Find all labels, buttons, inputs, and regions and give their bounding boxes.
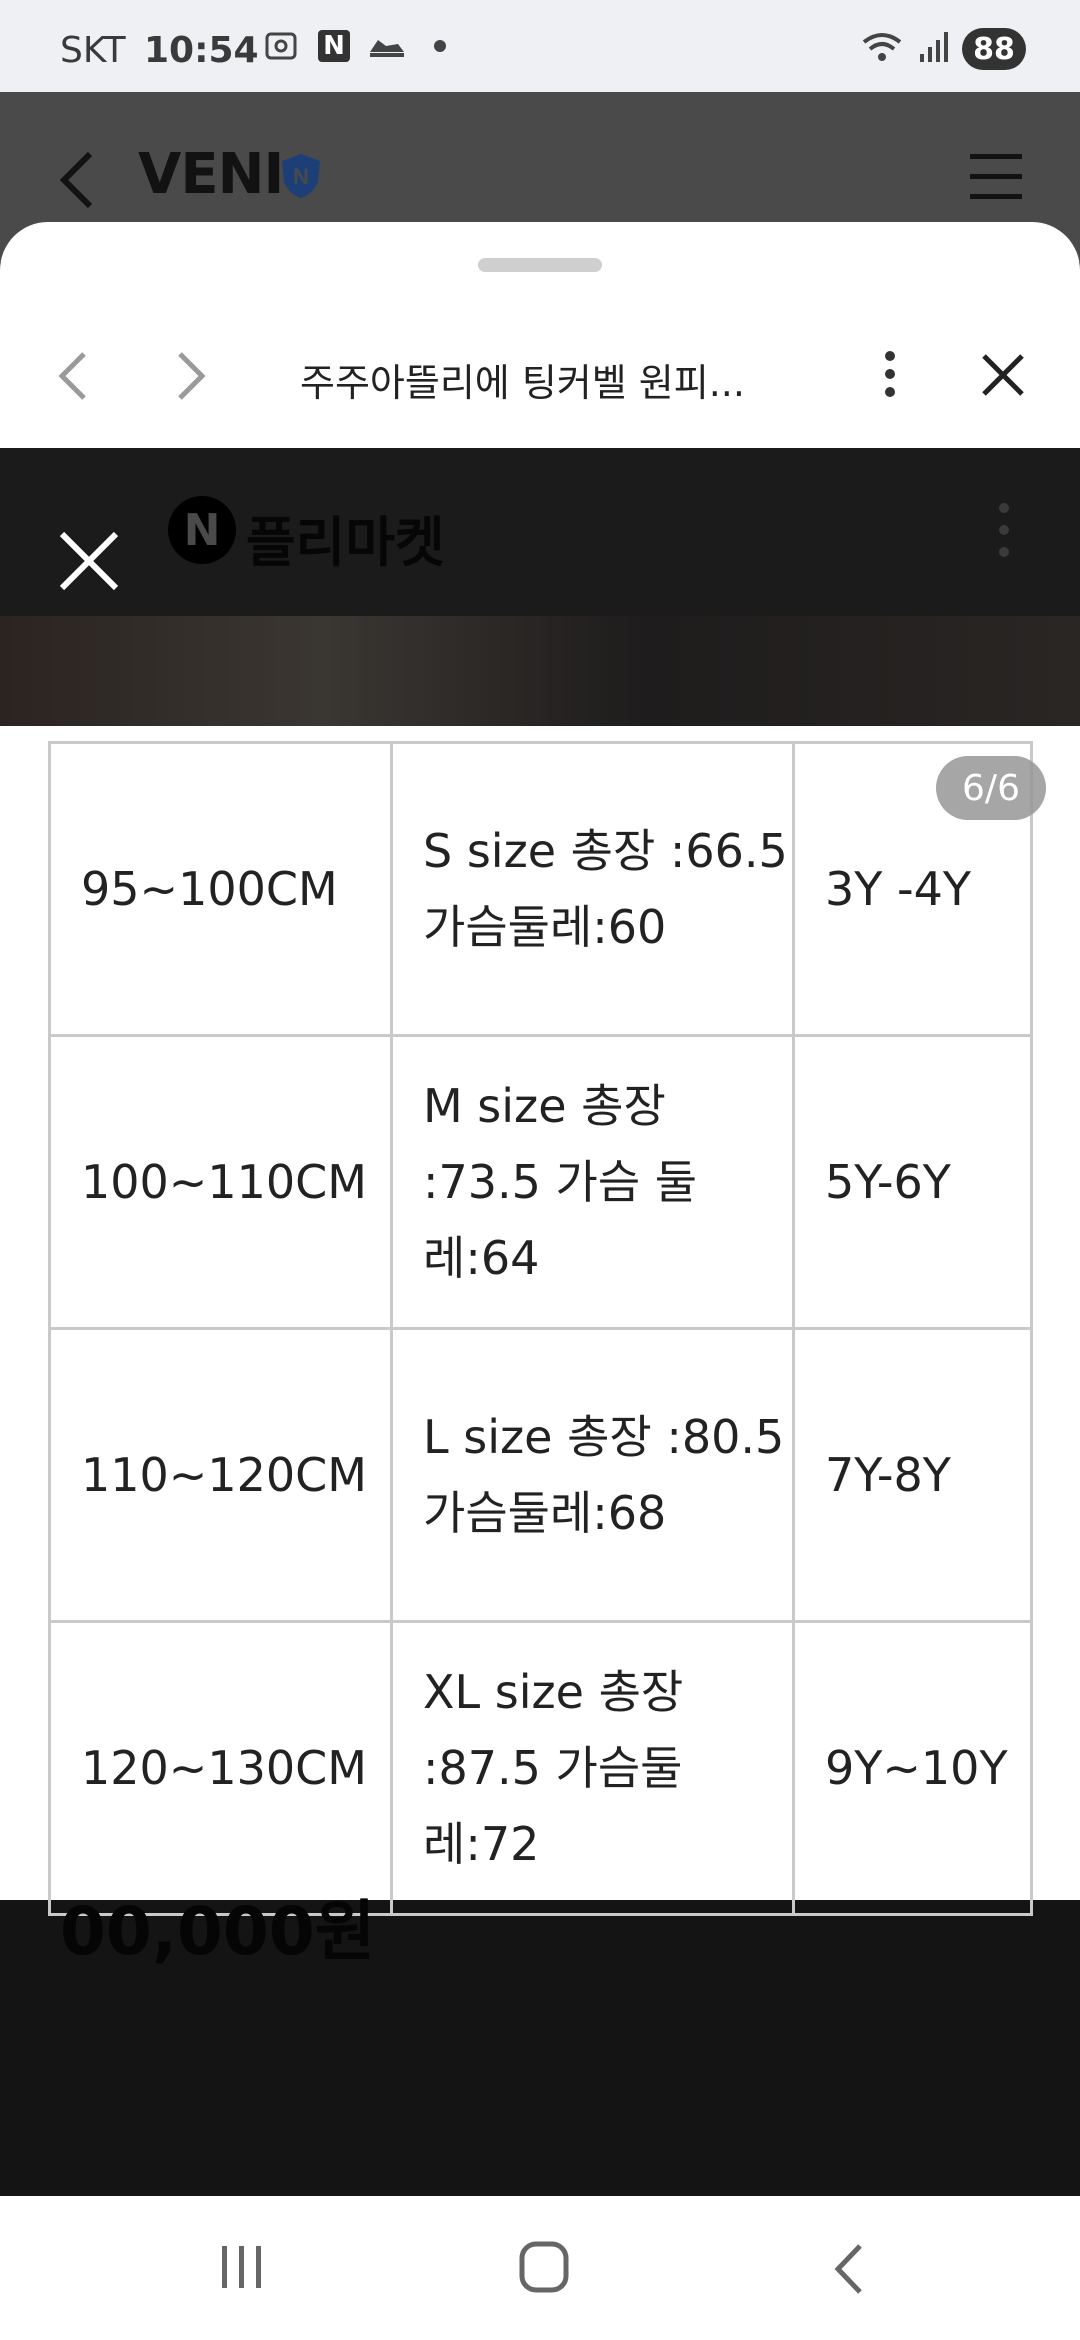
shield-letter: N — [293, 164, 309, 189]
size-cell: S size 총장 :66.5 가슴둘레:60 — [390, 741, 795, 1037]
sheet-drag-handle[interactable] — [478, 258, 602, 272]
notification-icons: N — [262, 28, 446, 64]
naver-n-icon: N — [318, 30, 350, 62]
signal-icon — [918, 30, 948, 68]
table-row: 110~120CM L size 총장 :80.5 가슴둘레:68 7Y-8Y — [48, 1327, 1033, 1623]
shoe-icon — [368, 28, 406, 64]
age-cell: 9Y~10Y — [792, 1620, 1033, 1916]
browser-back-icon[interactable] — [56, 350, 88, 406]
system-nav-bar — [0, 2196, 1080, 2340]
size-chart-image[interactable]: 95~100CM S size 총장 :66.5 가슴둘레:60 3Y -4Y … — [0, 726, 1080, 1916]
hamburger-menu-icon[interactable] — [968, 150, 1024, 208]
page-title: 주주아뜰리에 팅커벨 원피... — [300, 361, 745, 405]
screenshot-icon — [262, 28, 300, 64]
browser-forward-icon[interactable] — [176, 350, 208, 406]
height-cell: 95~100CM — [48, 741, 393, 1037]
browser-toolbar: 주주아뜰리에 팅커벨 원피... — [0, 312, 1080, 442]
page-indicator-badge: 6/6 — [936, 756, 1046, 820]
size-cell: M size 총장 :73.5 가슴 둘레:64 — [390, 1034, 795, 1330]
clock: 10:54 — [144, 30, 259, 71]
price-peek: 00,000원 — [60, 1893, 376, 1970]
status-bar: SKT 10:54 N 88 — [0, 0, 1080, 92]
back-arrow-icon[interactable] — [56, 150, 96, 214]
in-app-browser-sheet: 주주아뜰리에 팅커벨 원피... N 플리마켓 95~100CM S size … — [0, 222, 1080, 2340]
more-notifications-dot — [434, 40, 446, 52]
wifi-icon — [860, 30, 904, 68]
height-cell: 110~120CM — [48, 1327, 393, 1623]
table-row: 120~130CM XL size 총장 :87.5 가슴둘레:72 9Y~10… — [48, 1620, 1033, 1916]
recent-apps-icon[interactable] — [218, 2242, 266, 2296]
size-cell: XL size 총장 :87.5 가슴둘레:72 — [390, 1620, 795, 1916]
shield-icon: N — [280, 152, 322, 204]
market-logo-icon: N — [168, 496, 236, 564]
home-icon[interactable] — [518, 2240, 570, 2298]
table-row: 95~100CM S size 총장 :66.5 가슴둘레:60 3Y -4Y — [48, 741, 1033, 1037]
age-cell: 5Y-6Y — [792, 1034, 1033, 1330]
size-table: 95~100CM S size 총장 :66.5 가슴둘레:60 3Y -4Y … — [48, 741, 1033, 1916]
webpage-header: N 플리마켓 — [0, 448, 1080, 616]
close-viewer-icon[interactable] — [58, 530, 120, 596]
battery-indicator: 88 — [962, 28, 1026, 70]
age-cell: 7Y-8Y — [792, 1327, 1033, 1623]
app-brand: VENI — [138, 142, 284, 207]
height-cell: 100~110CM — [48, 1034, 393, 1330]
size-cell: L size 총장 :80.5 가슴둘레:68 — [390, 1327, 795, 1623]
webpage-more-icon[interactable] — [994, 498, 1014, 566]
webpage-content: N 플리마켓 95~100CM S size 총장 :66.5 가슴둘레:60 … — [0, 448, 1080, 2340]
close-sheet-icon[interactable] — [980, 352, 1026, 402]
system-back-icon[interactable] — [830, 2242, 866, 2300]
system-icons: 88 — [860, 28, 1026, 70]
table-row: 100~110CM M size 총장 :73.5 가슴 둘레:64 5Y-6Y — [48, 1034, 1033, 1330]
height-cell: 120~130CM — [48, 1620, 393, 1916]
more-options-icon[interactable] — [880, 348, 900, 404]
market-logo-text: 플리마켓 — [246, 511, 445, 574]
product-photo-strip — [0, 616, 1080, 726]
carrier-label: SKT — [60, 30, 126, 71]
